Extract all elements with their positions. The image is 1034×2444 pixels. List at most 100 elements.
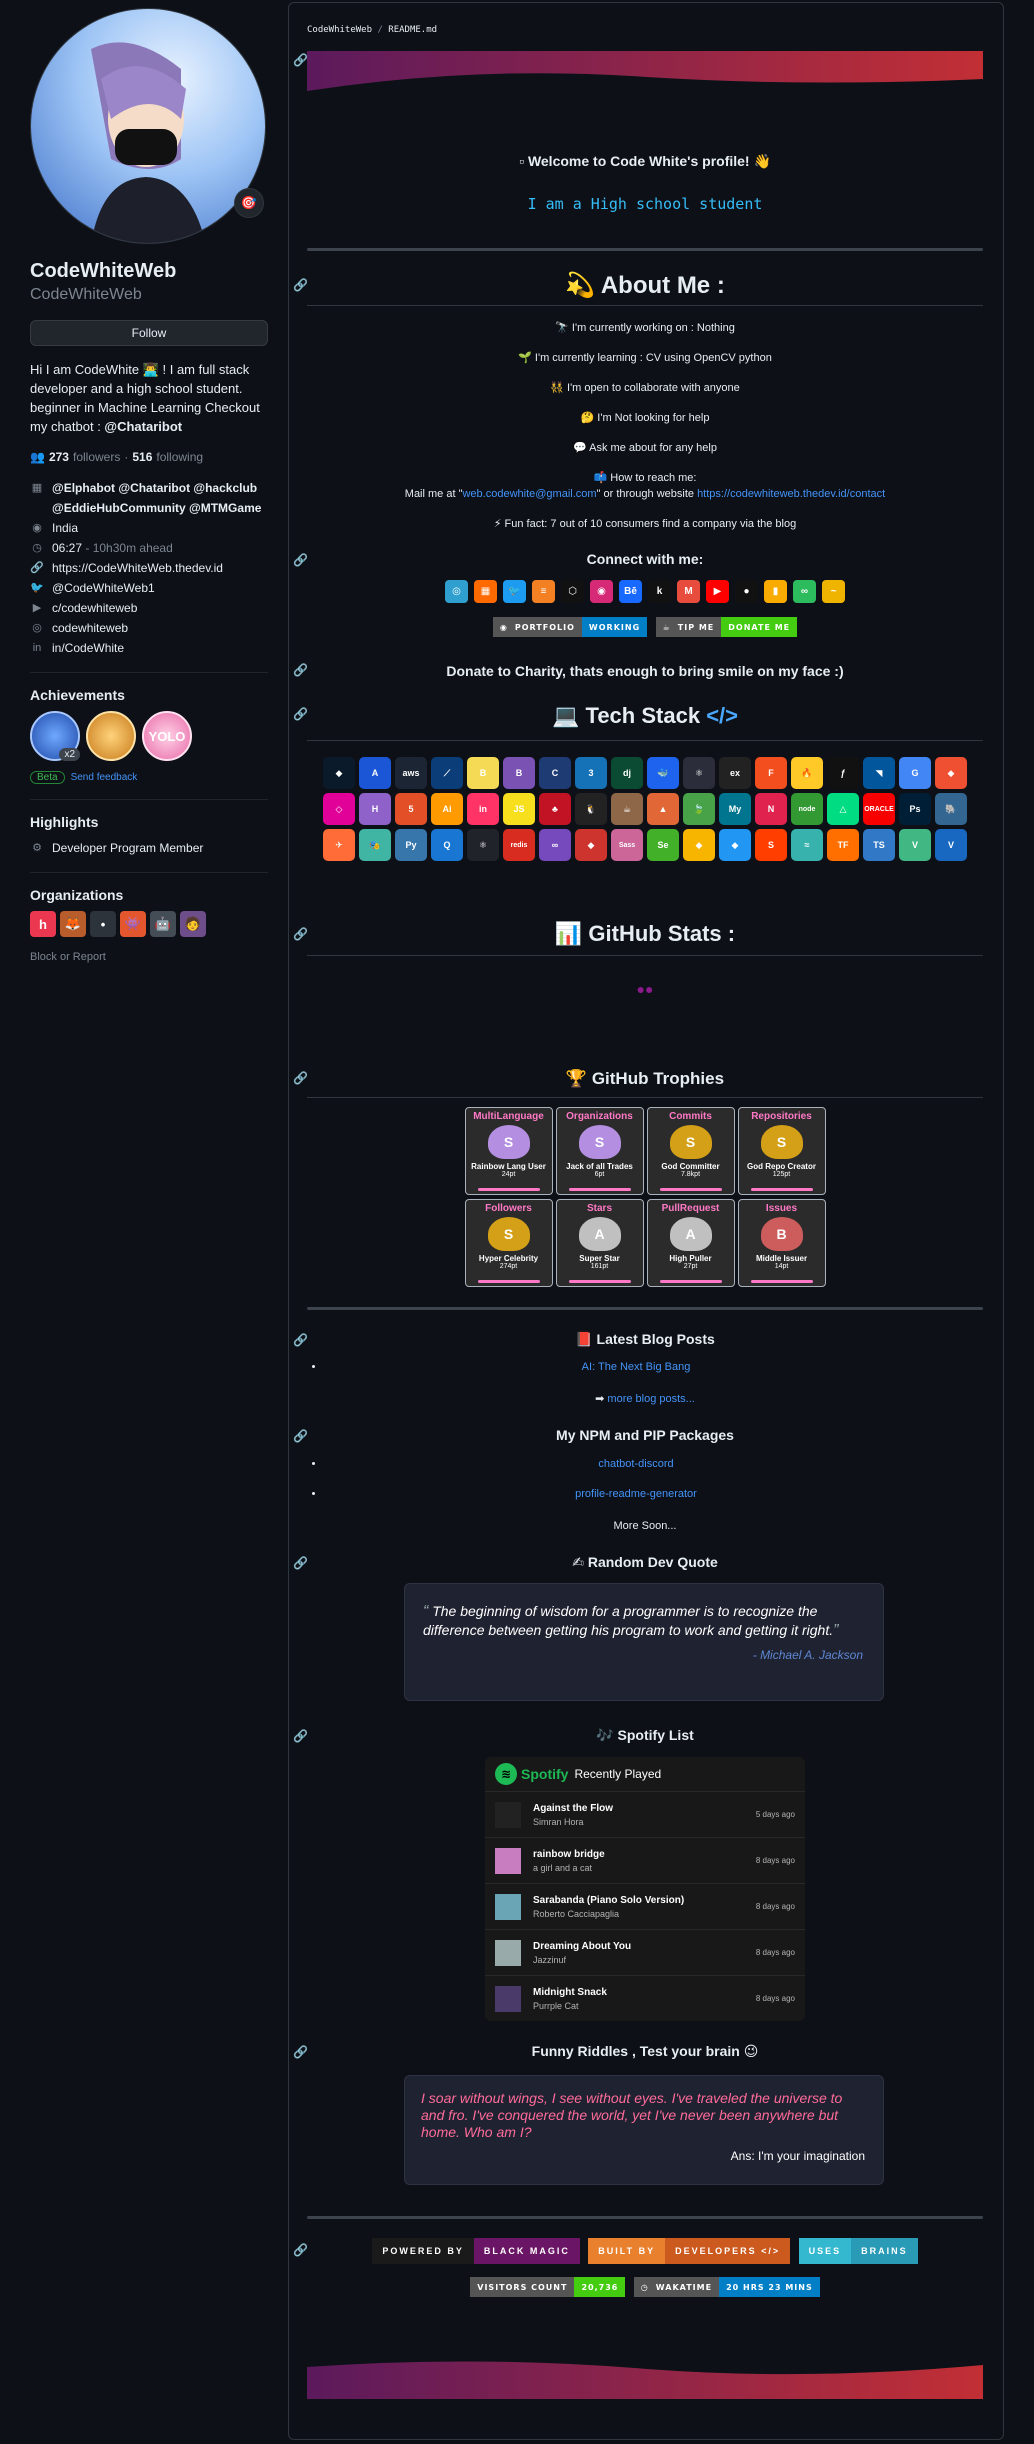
track-artist: Roberto Cacciapaglia [533, 1908, 620, 1919]
tech-stack-title: Tech Stack [585, 703, 701, 728]
youtube-icon[interactable]: ▶ [706, 580, 729, 603]
trophy-card[interactable]: Issues B Middle Issuer 14pt [737, 1199, 826, 1287]
link-icon[interactable]: 🔗 [293, 1333, 308, 1347]
flask-icon: ƒ [827, 757, 859, 789]
org-eddiehub[interactable]: 🤖 [150, 911, 176, 937]
leetcode-icon[interactable]: ∞ [793, 580, 816, 603]
trophy-card[interactable]: Followers S Hyper Celebrity 274pt [464, 1199, 553, 1287]
website-contact-link[interactable]: https://codewhiteweb.thedev.id/contact [697, 488, 885, 500]
link-icon[interactable]: 🔗 [293, 707, 308, 721]
org-line-2[interactable]: @EddieHubCommunity @MTMGame [52, 498, 261, 518]
followers-count[interactable]: 273 [49, 450, 69, 464]
org-hackclub[interactable]: h [30, 911, 56, 937]
trophy-card[interactable]: PullRequest A High Puller 27pt [646, 1199, 735, 1287]
trophy-card[interactable]: MultiLanguage S Rainbow Lang User 24pt [464, 1107, 553, 1195]
track-row[interactable]: Against the Flow Simran Hora 5 days ago [485, 1791, 805, 1837]
package-link[interactable]: chatbot-discord [307, 1458, 965, 1470]
divider [30, 672, 268, 673]
link-icon[interactable]: 🔗 [293, 663, 308, 677]
link-icon[interactable]: 🔗 [293, 1729, 308, 1743]
youtube-link[interactable]: c/codewhiteweb [52, 598, 137, 618]
following-count[interactable]: 516 [132, 450, 152, 464]
link-icon[interactable]: 🔗 [293, 927, 308, 941]
list-item: AI: The Next Big Bang [325, 1361, 965, 1391]
trophy-card[interactable]: Organizations S Jack of all Trades 6pt [555, 1107, 644, 1195]
codepen-icon[interactable]: ◎ [445, 580, 468, 603]
about-heading: 💫 About Me : [307, 271, 983, 300]
link-icon[interactable]: 🔗 [293, 2045, 308, 2059]
wave-icon[interactable]: ~ [822, 580, 845, 603]
org-elphabot[interactable]: • [90, 911, 116, 937]
link-icon[interactable]: 🔗 [293, 278, 308, 292]
blog-post-link[interactable]: AI: The Next Big Bang [307, 1361, 965, 1373]
track-row[interactable]: Midnight Snack Purrple Cat 8 days ago [485, 1975, 805, 2021]
readme-path-user[interactable]: CodeWhiteWeb [307, 25, 372, 35]
trophy-points: 6pt [594, 1171, 605, 1178]
codesandbox-icon[interactable]: ▦ [474, 580, 497, 603]
track-row[interactable]: Sarabanda (Piano Solo Version) Roberto Ca… [485, 1883, 805, 1929]
linkedin-link[interactable]: in/CodeWhite [52, 638, 124, 658]
kaggle-icon[interactable]: k [648, 580, 671, 603]
twitter-link[interactable]: @CodeWhiteWeb1 [52, 578, 155, 598]
profile-sidebar: 🎯 CodeWhiteWeb CodeWhiteWeb Follow Hi I … [30, 0, 268, 963]
list-item: profile-readme-generator [325, 1488, 965, 1518]
package-link[interactable]: profile-readme-generator [307, 1488, 965, 1500]
instagram-link[interactable]: codewhiteweb [52, 618, 128, 638]
org-mtmgame[interactable]: 👾 [120, 911, 146, 937]
track-info: Sarabanda (Piano Solo Version) Roberto Ca… [533, 1895, 756, 1919]
trophy-category: MultiLanguage [473, 1111, 544, 1122]
trophy-card[interactable]: Stars A Super Star 161pt [555, 1199, 644, 1287]
link-icon[interactable]: 🔗 [293, 1556, 308, 1570]
stackoverflow-icon[interactable]: ≡ [532, 580, 555, 603]
org-line-1[interactable]: @Elphabot @Chataribot @hackclub [52, 478, 261, 498]
google-analytics-icon[interactable]: ▮ [764, 580, 787, 603]
org-chataribot[interactable]: 🦊 [60, 911, 86, 937]
avatar[interactable] [30, 8, 266, 244]
block-or-report-link[interactable]: Block or Report [30, 951, 268, 963]
link-icon[interactable]: 🔗 [293, 553, 308, 567]
medium-icon[interactable]: M [677, 580, 700, 603]
website-link[interactable]: https://CodeWhiteWeb.thedev.id [52, 558, 223, 578]
bio-chataribot-link[interactable]: @Chataribot [104, 419, 182, 434]
more-blog-posts-link[interactable]: more blog posts... [607, 1393, 694, 1405]
org-other[interactable]: 🧑 [180, 911, 206, 937]
achievement-starstruck[interactable] [86, 711, 136, 761]
link-icon[interactable]: 🔗 [293, 53, 308, 67]
readme-path-file[interactable]: README.md [388, 25, 437, 35]
highlight-text[interactable]: Developer Program Member [52, 838, 203, 858]
aws-icon: aws [395, 757, 427, 789]
achievement-pull-shark[interactable]: x2 [30, 711, 80, 761]
instagram-icon[interactable]: ◉ [590, 580, 613, 603]
twitter-icon[interactable]: 🐦 [503, 580, 526, 603]
trophy-card[interactable]: Commits S God Committer 7.8kpt [646, 1107, 735, 1195]
track-row[interactable]: rainbow bridge a girl and a cat 8 days ago [485, 1837, 805, 1883]
quote-body: “ The beginning of wisdom for a programm… [405, 1584, 883, 1640]
portfolio-badge[interactable]: ◉ PORTFOLIO WORKING [492, 617, 648, 637]
followers-label[interactable]: followers [73, 450, 120, 464]
track-row[interactable]: Dreaming About You Jazzinuf 8 days ago [485, 1929, 805, 1975]
about-reach: 📫 How to reach me: [593, 472, 697, 484]
trophy-name: Jack of all Trades [566, 1162, 633, 1171]
following-label[interactable]: following [156, 450, 203, 464]
trophy-category: Repositories [751, 1111, 812, 1122]
electron-icon: ⚛ [683, 757, 715, 789]
wakatime-badge[interactable]: ◷ WAKATIME 20 HRS 23 MINS [633, 2277, 820, 2297]
github-icon: ◉ [492, 617, 515, 637]
link-icon[interactable]: 🔗 [293, 1071, 308, 1085]
quote-title: Random Dev Quote [587, 1554, 718, 1570]
link-icon[interactable]: 🔗 [293, 2243, 308, 2257]
send-feedback-link[interactable]: Send feedback [71, 772, 138, 783]
behance-icon[interactable]: Bē [619, 580, 642, 603]
vcard-organization: ▦ @Elphabot @Chataribot @hackclub @EddieH… [30, 478, 268, 518]
trophy-cup-icon: S [487, 1217, 530, 1251]
email-link[interactable]: web.codewhite@gmail.com [462, 488, 596, 500]
link-icon[interactable]: 🔗 [293, 1429, 308, 1443]
achievements-heading[interactable]: Achievements [30, 687, 268, 703]
follow-button[interactable]: Follow [30, 320, 268, 346]
trophy-card[interactable]: Repositories S God Repo Creator 125pt [737, 1107, 826, 1195]
tip-badge[interactable]: ☕ TIP ME DONATE ME [655, 617, 798, 637]
status-emoji[interactable]: 🎯 [234, 188, 264, 218]
hashnode-icon[interactable]: ● [735, 580, 758, 603]
codesandbox-cube-icon[interactable]: ⬡ [561, 580, 584, 603]
achievement-yolo[interactable]: YOLO [142, 711, 192, 761]
